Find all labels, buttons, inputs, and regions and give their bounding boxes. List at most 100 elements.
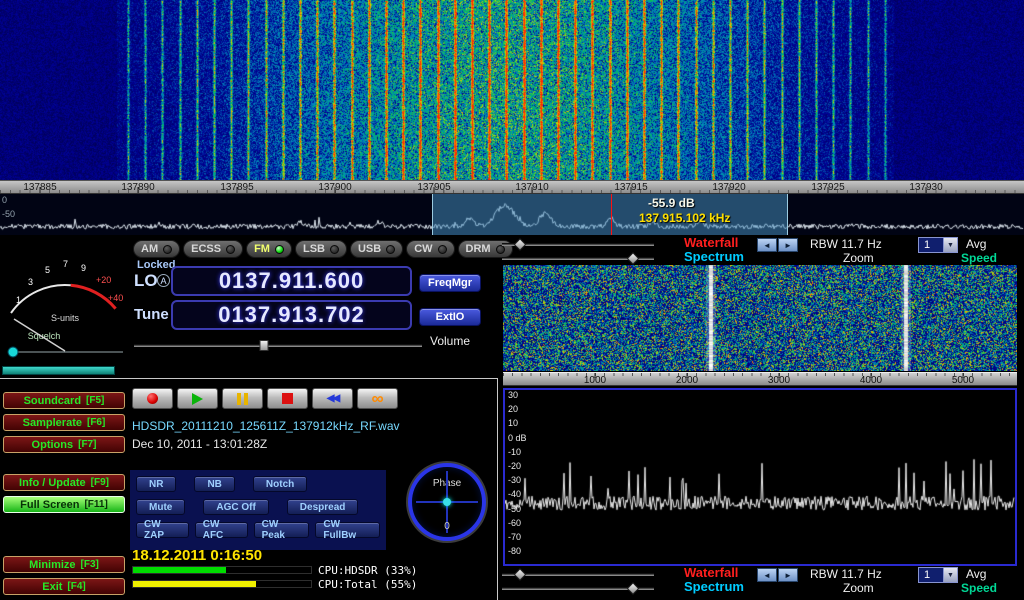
- mode-ecss-button[interactable]: ECSS: [183, 240, 243, 258]
- squelch-label: Squelch: [28, 331, 61, 341]
- rf-spectrum-canvas: [505, 390, 1015, 564]
- button-label: Exit: [42, 581, 62, 593]
- dsp-panel: NR NB Notch Mute AGC Off Despread CW ZAP…: [130, 470, 386, 550]
- waterfall-label: Waterfall: [684, 235, 738, 250]
- scale-label: 3000: [768, 375, 790, 386]
- mode-label: CW: [414, 243, 432, 255]
- scale-label: 5000: [952, 375, 974, 386]
- rf-waterfall-display[interactable]: [503, 265, 1017, 371]
- options-button[interactable]: Options[F7]: [3, 436, 125, 453]
- mute-button[interactable]: Mute: [136, 499, 185, 515]
- tune-frequency-display[interactable]: 0137.913.702: [171, 300, 412, 330]
- button-hotkey: [F5]: [86, 395, 104, 406]
- button-label: Samplerate: [23, 417, 82, 429]
- lo-frequency-display[interactable]: 0137.911.600: [171, 266, 412, 296]
- nr-button[interactable]: NR: [136, 476, 176, 492]
- volume-slider[interactable]: [134, 339, 422, 352]
- rbw-label-2: RBW 11.7 Hz: [810, 567, 882, 581]
- passband-highlight[interactable]: [432, 194, 788, 235]
- mode-usb-button[interactable]: USB: [350, 240, 403, 258]
- stop-icon: [282, 393, 293, 404]
- waterfall-contrast-slider[interactable]: [502, 238, 654, 251]
- slider-thumb[interactable]: [626, 252, 639, 265]
- slider-thumb[interactable]: [514, 568, 527, 581]
- cw-fullbw-button[interactable]: CW FullBw: [315, 522, 380, 538]
- main-waterfall-display[interactable]: [0, 0, 1024, 180]
- loop-button[interactable]: ∞: [357, 388, 398, 409]
- button-label: Info / Update: [19, 477, 86, 489]
- notch-button[interactable]: Notch: [253, 476, 307, 492]
- rbw-label: RBW 11.7 Hz: [810, 237, 882, 251]
- squelch-slider-knob[interactable]: [8, 347, 18, 357]
- mode-am-button[interactable]: AM: [133, 240, 180, 258]
- rewind-icon: ◀◀: [327, 393, 338, 404]
- waterfall-contrast-slider-2[interactable]: [502, 568, 654, 581]
- volume-label: Volume: [430, 334, 470, 348]
- slider-thumb[interactable]: [626, 582, 639, 595]
- ruler-label: 137925: [811, 182, 844, 193]
- locked-indicator: Locked: [137, 259, 176, 271]
- rf-frequency-scale[interactable]: 1000 2000 3000 4000 5000: [503, 372, 1017, 386]
- avg-select-value-2: 1: [919, 568, 943, 582]
- cw-peak-button[interactable]: CW Peak: [254, 522, 310, 538]
- db-axis-label: -80: [508, 546, 521, 556]
- mode-led-icon: [275, 245, 284, 254]
- rf-spectrum-display[interactable]: 30 20 10 0 dB -10 -20 -30 -40 -50 -60 -7…: [503, 388, 1017, 566]
- slider-track: [134, 344, 422, 347]
- shift-left-button[interactable]: ◄: [757, 238, 777, 252]
- divider: [0, 378, 498, 379]
- frequency-readout: 137.915.102 kHz: [639, 211, 730, 225]
- record-button[interactable]: [132, 388, 173, 409]
- mode-lsb-button[interactable]: LSB: [295, 240, 347, 258]
- s-meter[interactable]: 1 3 5 7 9 +20 +40 S-units Squelch: [2, 239, 128, 361]
- s-meter-tick-label: +40: [108, 293, 123, 303]
- phase-dial[interactable]: Phase 0: [408, 463, 486, 541]
- main-spectrum-display[interactable]: 0 -50 -55.9 dB 137.915.102 kHz: [0, 194, 1024, 235]
- db-axis-label: -20: [508, 461, 521, 471]
- mode-label: AM: [141, 243, 158, 255]
- shift-left-button-2[interactable]: ◄: [757, 568, 777, 582]
- avg-select-2[interactable]: 1 ▼: [918, 567, 958, 583]
- speed-label: Speed: [961, 251, 997, 265]
- waterfall-shift-buttons-2: ◄ ►: [757, 568, 798, 582]
- button-hotkey: [F3]: [81, 559, 99, 570]
- spectrum-axis-label: -50: [2, 209, 15, 219]
- mode-cw-button[interactable]: CW: [406, 240, 454, 258]
- pause-button[interactable]: [222, 388, 263, 409]
- mode-fm-button[interactable]: FM: [246, 240, 292, 258]
- scale-minor-ticks: [503, 373, 1017, 376]
- rewind-button[interactable]: ◀◀: [312, 388, 353, 409]
- cw-afc-button[interactable]: CW AFC: [195, 522, 248, 538]
- info-update-button[interactable]: Info / Update[F9]: [3, 474, 125, 491]
- avg-select[interactable]: 1 ▼: [918, 237, 958, 253]
- nb-button[interactable]: NB: [194, 476, 234, 492]
- exit-button[interactable]: Exit[F4]: [3, 578, 125, 595]
- shift-right-button[interactable]: ►: [778, 238, 798, 252]
- slider-thumb[interactable]: [514, 238, 527, 251]
- rf-waterfall-canvas: [503, 265, 1017, 371]
- speed-label-2: Speed: [961, 581, 997, 595]
- freq-manager-button[interactable]: FreqMgr: [419, 274, 481, 292]
- ruler-label: 137890: [121, 182, 154, 193]
- agc-off-button[interactable]: AGC Off: [203, 499, 268, 515]
- cw-zap-button[interactable]: CW ZAP: [136, 522, 189, 538]
- shift-right-button-2[interactable]: ►: [778, 568, 798, 582]
- minimize-button[interactable]: Minimize [F3]: [3, 556, 125, 573]
- samplerate-button[interactable]: Samplerate[F6]: [3, 414, 125, 431]
- db-readout: -55.9 dB: [648, 196, 695, 210]
- play-button[interactable]: [177, 388, 218, 409]
- full-screen-button[interactable]: Full Screen[F11]: [3, 496, 125, 513]
- button-label: Soundcard: [24, 395, 81, 407]
- volume-slider-thumb[interactable]: [259, 340, 268, 351]
- phase-center-dot: [443, 498, 451, 506]
- frequency-ruler[interactable]: 137885 137890 137895 137900 137905 13791…: [0, 180, 1024, 194]
- despread-button[interactable]: Despread: [287, 499, 359, 515]
- avg-label: Avg: [966, 237, 986, 251]
- button-label: Minimize: [29, 559, 75, 571]
- stop-button[interactable]: [267, 388, 308, 409]
- extio-button[interactable]: ExtIO: [419, 308, 481, 326]
- soundcard-button[interactable]: Soundcard [F5]: [3, 392, 125, 409]
- lo-lock-badge[interactable]: A: [157, 274, 170, 287]
- spectrum-zoom-slider-2[interactable]: [502, 582, 654, 595]
- spectrum-zoom-slider[interactable]: [502, 252, 654, 265]
